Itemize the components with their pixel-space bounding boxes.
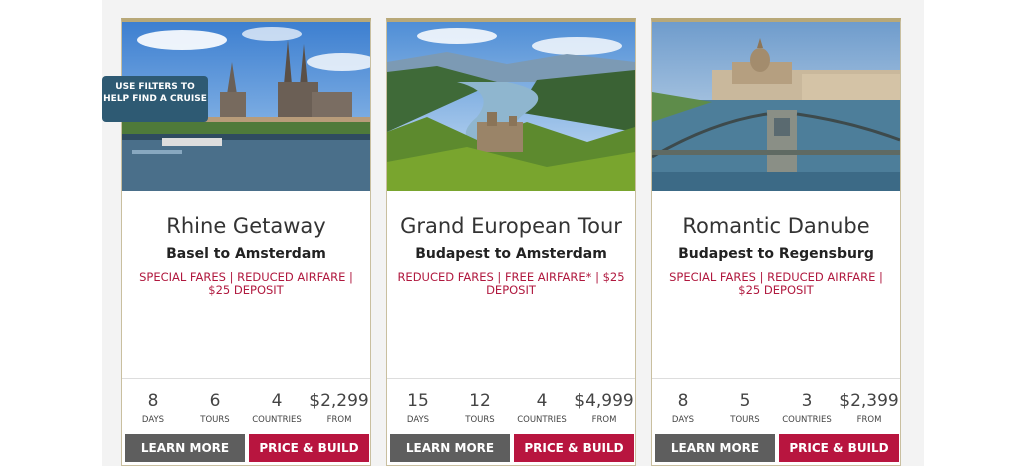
learn-more-button[interactable]: LEARN MORE [390,434,510,462]
cruise-route: Budapest to Regensburg [678,246,874,262]
cruise-offer: SPECIAL FARES | REDUCED AIRFARE | $25 DE… [669,270,883,297]
cruise-route: Basel to Amsterdam [166,246,326,262]
price-value: $2,399 [839,391,899,411]
cruise-title[interactable]: Grand European Tour [387,214,635,238]
danube-valley-castle-photo[interactable] [387,22,635,191]
tours-value: 12 [469,391,491,411]
stat-countries: 4 COUNTRIES [246,379,308,431]
stat-price: $2,299 FROM [308,379,370,431]
tours-label: TOURS [465,415,495,425]
tours-label: TOURS [200,415,230,425]
tours-value: 5 [739,391,751,411]
countries-value: 4 [536,391,548,411]
price-label: FROM [856,415,882,425]
days-value: 8 [147,391,159,411]
cruise-card[interactable]: Romantic Danube Budapest to Regensburg S… [651,18,901,466]
cruise-offer: SPECIAL FARES | REDUCED AIRFARE | $25 DE… [139,270,353,297]
price-label: FROM [591,415,617,425]
countries-value: 3 [801,391,813,411]
days-value: 8 [677,391,689,411]
cruise-offer: REDUCED FARES | FREE AIRFARE* | $25 DEPO… [397,270,625,297]
stat-days: 8 DAYS [122,379,184,431]
budapest-chain-bridge-photo[interactable] [652,22,900,191]
countries-label: COUNTRIES [517,415,567,425]
days-label: DAYS [141,415,165,425]
stat-tours: 12 TOURS [449,379,511,431]
cruise-stats: 15 DAYS 12 TOURS 4 COUNTRIES $4,999 FROM [387,378,635,431]
stat-tours: 6 TOURS [184,379,246,431]
countries-value: 4 [271,391,283,411]
price-value: $4,999 [574,391,634,411]
tours-label: TOURS [730,415,760,425]
stat-days: 15 DAYS [387,379,449,431]
price-build-button[interactable]: PRICE & BUILD [514,434,634,462]
countries-label: COUNTRIES [782,415,832,425]
days-label: DAYS [671,415,695,425]
price-build-button[interactable]: PRICE & BUILD [779,434,899,462]
learn-more-button[interactable]: LEARN MORE [655,434,775,462]
tours-value: 6 [209,391,221,411]
stat-price: $2,399 FROM [838,379,900,431]
learn-more-button[interactable]: LEARN MORE [125,434,245,462]
price-build-button[interactable]: PRICE & BUILD [249,434,369,462]
days-value: 15 [407,391,429,411]
cruise-stats: 8 DAYS 5 TOURS 3 COUNTRIES $2,399 FROM [652,378,900,431]
stat-days: 8 DAYS [652,379,714,431]
days-label: DAYS [406,415,430,425]
cruise-stats: 8 DAYS 6 TOURS 4 COUNTRIES $2,299 FROM [122,378,370,431]
price-label: FROM [326,415,352,425]
countries-label: COUNTRIES [252,415,302,425]
stat-price: $4,999 FROM [573,379,635,431]
cruise-card[interactable]: Grand European Tour Budapest to Amsterda… [386,18,636,466]
stat-countries: 4 COUNTRIES [511,379,573,431]
cruise-route: Budapest to Amsterdam [415,246,607,262]
price-value: $2,299 [309,391,369,411]
use-filters-tip[interactable]: USE FILTERS TO HELP FIND A CRUISE [102,76,208,122]
cruise-title[interactable]: Romantic Danube [652,214,900,238]
stat-countries: 3 COUNTRIES [776,379,838,431]
stat-tours: 5 TOURS [714,379,776,431]
cruise-title[interactable]: Rhine Getaway [122,214,370,238]
